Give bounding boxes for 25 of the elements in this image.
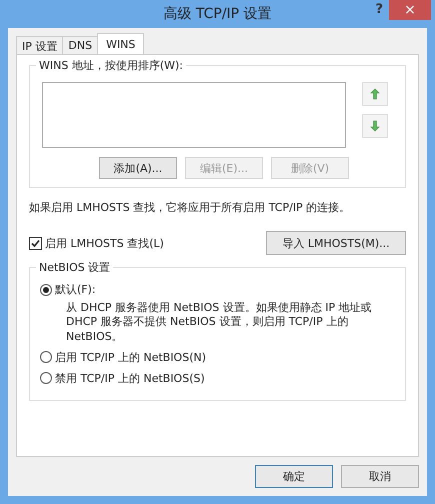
- close-button[interactable]: ×: [389, 0, 431, 20]
- help-button[interactable]: ?: [371, 2, 387, 17]
- up-arrow-icon: [370, 88, 380, 100]
- tab[interactable]: IP 设置: [16, 36, 64, 54]
- group-label: WINS 地址，按使用排序(W):: [36, 58, 186, 73]
- lmhosts-note: 如果启用 LMHOSTS 查找，它将应用于所有启用 TCP/IP 的连接。: [29, 200, 352, 215]
- radio-label: 禁用 TCP/IP 上的 NetBIOS(S): [55, 370, 205, 386]
- checkbox[interactable]: [29, 236, 42, 250]
- option-description: 从 DHCP 服务器使用 NetBIOS 设置。如果使用静态 IP 地址或 DHCP 服务器不提供 NetBIOS 设置，则启用 TCP/IP 上的 NetBIOS。: [66, 301, 373, 344]
- move-up-button[interactable]: [362, 82, 388, 106]
- radio-button[interactable]: [40, 284, 52, 296]
- window-title: 高级 TCP/IP 设置: [163, 5, 272, 23]
- radio-label: 启用 TCP/IP 上的 NetBIOS(N): [55, 350, 206, 365]
- group-label: NetBIOS 设置: [36, 260, 114, 275]
- dialog-button[interactable]: 确定: [255, 465, 333, 488]
- checkbox-label: 启用 LMHOSTS 查找(L): [45, 236, 164, 250]
- radio-button[interactable]: [40, 351, 52, 364]
- radio-button[interactable]: [40, 372, 52, 384]
- tab[interactable]: WINS: [97, 33, 144, 54]
- dialog-button[interactable]: 取消: [341, 465, 419, 488]
- down-arrow-icon: [370, 120, 380, 132]
- radio-label: 默认(F):: [55, 282, 96, 297]
- import-lmhosts-button[interactable]: 导入 LMHOSTS(M)...: [266, 231, 406, 255]
- list-action-button[interactable]: 添加(A)...: [99, 157, 177, 179]
- move-down-button[interactable]: [362, 114, 388, 138]
